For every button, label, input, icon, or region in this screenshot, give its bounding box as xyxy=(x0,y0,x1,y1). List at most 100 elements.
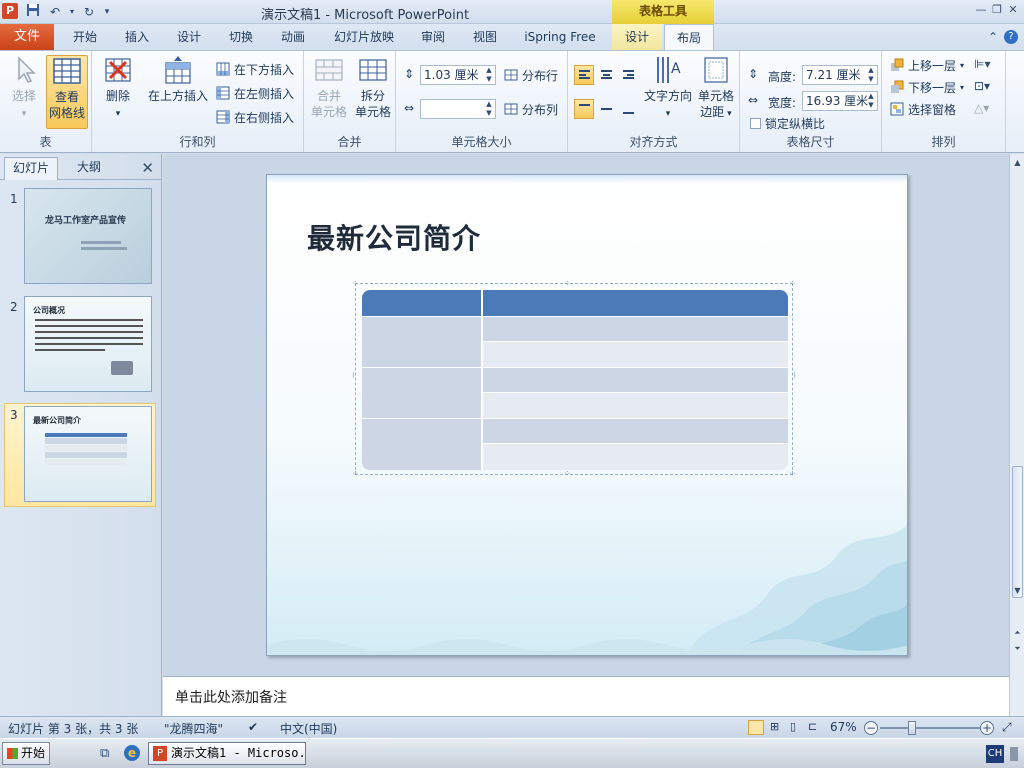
tab-slides[interactable]: 幻灯片 xyxy=(4,157,58,180)
tab-view[interactable]: 视图 xyxy=(462,24,508,50)
resize-handle-bottom-left[interactable]: ⁘ xyxy=(352,470,359,478)
align-middle-button[interactable] xyxy=(596,99,616,119)
tab-design[interactable]: 设计 xyxy=(166,24,212,50)
resize-handle-right[interactable]: ⁝ xyxy=(793,372,796,380)
tray-options-icon[interactable] xyxy=(1010,747,1018,761)
zoom-slider-track[interactable] xyxy=(880,727,980,729)
slideshow-view-icon[interactable]: ⊏ xyxy=(808,720,817,733)
current-slide[interactable]: 最新公司简介 ⁘ ⁘ ⁘ ⁝ ⁝ ⁘ ⁘ ⁘ xyxy=(266,174,908,656)
start-button[interactable]: 开始 xyxy=(2,742,50,765)
selection-pane-button[interactable]: 选择窗格 xyxy=(890,99,956,119)
restore-icon[interactable]: ❐ xyxy=(990,2,1004,18)
internet-explorer-icon[interactable]: e xyxy=(124,745,140,761)
text-direction-button[interactable]: A 文字方向 ▾ xyxy=(642,55,694,122)
table-selection-frame[interactable]: ⁘ ⁘ ⁘ ⁝ ⁝ ⁘ ⁘ ⁘ xyxy=(352,280,796,478)
insert-right-button[interactable]: 在右侧插入 xyxy=(216,107,294,127)
zoom-in-icon[interactable]: + xyxy=(980,721,994,735)
cell-height-spinner[interactable]: 1.03 厘米 ▲ ▼ xyxy=(420,65,496,85)
slide-table[interactable] xyxy=(362,290,788,470)
align-bottom-button[interactable] xyxy=(618,99,638,119)
resize-handle-bottom-right[interactable]: ⁘ xyxy=(789,470,796,478)
resize-handle-top-left[interactable]: ⁘ xyxy=(352,280,359,288)
notes-placeholder[interactable]: 单击此处添加备注 xyxy=(175,687,287,707)
next-slide-icon[interactable]: ⏷ xyxy=(1010,644,1024,654)
minimize-icon[interactable]: — xyxy=(974,2,988,18)
insert-left-button[interactable]: 在左侧插入 xyxy=(216,83,294,103)
tab-insert[interactable]: 插入 xyxy=(114,24,160,50)
insert-above-button[interactable]: 在上方插入 xyxy=(146,55,210,104)
table-cell[interactable] xyxy=(362,419,481,470)
tab-outline[interactable]: 大纲 xyxy=(62,157,116,180)
close-icon[interactable]: ✕ xyxy=(1006,2,1020,18)
resize-handle-left[interactable]: ⁝ xyxy=(352,372,355,380)
table-height-arrows[interactable]: ▲ ▼ xyxy=(866,66,876,84)
slide-thumbnail-3[interactable]: 最新公司简介 xyxy=(24,406,152,502)
zoom-out-icon[interactable]: − xyxy=(864,721,878,735)
table-cell[interactable] xyxy=(362,317,481,367)
tab-table-design[interactable]: 设计 xyxy=(612,24,662,50)
spellcheck-icon[interactable]: ✔ xyxy=(248,720,258,734)
tab-file[interactable]: 文件 xyxy=(0,24,54,50)
align-right-button[interactable] xyxy=(618,65,638,85)
split-cells-button[interactable]: 拆分 单元格 xyxy=(352,55,394,120)
send-backward-button[interactable]: 下移一层 ▾ xyxy=(890,77,964,97)
rotate-objects-icon[interactable]: △▾ xyxy=(974,101,989,115)
table-cell[interactable] xyxy=(483,419,788,443)
table-cell[interactable] xyxy=(483,317,788,341)
tab-ispring[interactable]: iSpring Free xyxy=(516,24,604,50)
table-width-spinner[interactable]: 16.93 厘米 ▲ ▼ xyxy=(802,91,878,111)
slide-title[interactable]: 最新公司简介 xyxy=(307,217,481,257)
scroll-down-icon[interactable]: ▼ xyxy=(1010,586,1024,595)
tab-table-layout[interactable]: 布局 xyxy=(664,24,714,50)
lock-aspect-ratio-box[interactable] xyxy=(750,117,761,129)
table-width-arrows[interactable]: ▲ ▼ xyxy=(866,92,876,110)
lock-aspect-ratio-checkbox[interactable]: 锁定纵横比 xyxy=(750,113,825,133)
tab-transitions[interactable]: 切换 xyxy=(218,24,264,50)
tab-review[interactable]: 审阅 xyxy=(410,24,456,50)
scrollbar-thumb[interactable] xyxy=(1012,466,1023,598)
fit-to-window-icon[interactable]: ⤢ xyxy=(1002,720,1012,735)
tab-slideshow[interactable]: 幻灯片放映 xyxy=(326,24,402,50)
taskbar-powerpoint-button[interactable]: 演示文稿1 - Microso... xyxy=(148,742,306,765)
zoom-slider-knob[interactable] xyxy=(908,721,916,735)
table-cell[interactable] xyxy=(362,368,481,418)
merge-cells-button[interactable]: 合并 单元格 xyxy=(308,55,350,120)
reading-view-icon[interactable]: ▯ xyxy=(790,720,796,733)
input-method-indicator[interactable]: CH xyxy=(986,745,1004,763)
close-panel-icon[interactable]: ✕ xyxy=(141,159,154,177)
cell-height-arrows[interactable]: ▲ ▼ xyxy=(484,66,494,84)
table-cell[interactable] xyxy=(483,342,788,367)
tab-animations[interactable]: 动画 xyxy=(270,24,316,50)
cell-margins-button[interactable]: 单元格 边距 ▾ xyxy=(696,55,736,122)
help-icon[interactable]: ? xyxy=(1004,30,1018,44)
minimize-ribbon-icon[interactable]: ⌃ xyxy=(988,30,998,44)
vertical-scrollbar[interactable]: ▲ ▼ ⏶ ⏷ xyxy=(1009,154,1024,716)
slide-thumbnail-2[interactable]: 公司概况 xyxy=(24,296,152,392)
distribute-cols-button[interactable]: 分布列 xyxy=(504,99,558,119)
zoom-level[interactable]: 67% xyxy=(830,720,857,734)
group-objects-icon[interactable]: ⊡▾ xyxy=(974,79,990,93)
table-cell[interactable] xyxy=(483,368,788,392)
slide-sorter-icon[interactable]: ⊞ xyxy=(770,720,779,733)
language-status[interactable]: 中文(中国) xyxy=(280,720,337,737)
insert-below-button[interactable]: 在下方插入 xyxy=(216,59,294,79)
scroll-up-icon[interactable]: ▲ xyxy=(1010,158,1024,167)
bring-forward-button[interactable]: 上移一层 ▾ xyxy=(890,55,964,75)
table-cell[interactable] xyxy=(483,444,788,470)
resize-handle-bottom[interactable]: ⁘ xyxy=(564,470,571,478)
notes-pane[interactable]: 单击此处添加备注 xyxy=(163,676,1009,716)
select-button[interactable]: 选择 ▾ xyxy=(4,55,44,122)
cell-width-arrows[interactable]: ▲ ▼ xyxy=(484,100,494,118)
delete-button[interactable]: 删除 ▾ xyxy=(96,55,140,122)
resize-handle-top-right[interactable]: ⁘ xyxy=(789,280,796,288)
normal-view-icon[interactable] xyxy=(748,720,764,735)
slide-thumbnail-1[interactable]: 龙马工作室产品宣传 xyxy=(24,188,152,284)
tab-home[interactable]: 开始 xyxy=(62,24,108,50)
cell-width-spinner[interactable]: ▲ ▼ xyxy=(420,99,496,119)
table-height-spinner[interactable]: 7.21 厘米 ▲ ▼ xyxy=(802,65,878,85)
align-top-button[interactable] xyxy=(574,99,594,119)
resize-handle-top[interactable]: ⁘ xyxy=(564,280,571,288)
align-center-button[interactable] xyxy=(596,65,616,85)
table-cell[interactable] xyxy=(483,393,788,418)
show-desktop-icon[interactable]: ⧉ xyxy=(100,746,109,761)
